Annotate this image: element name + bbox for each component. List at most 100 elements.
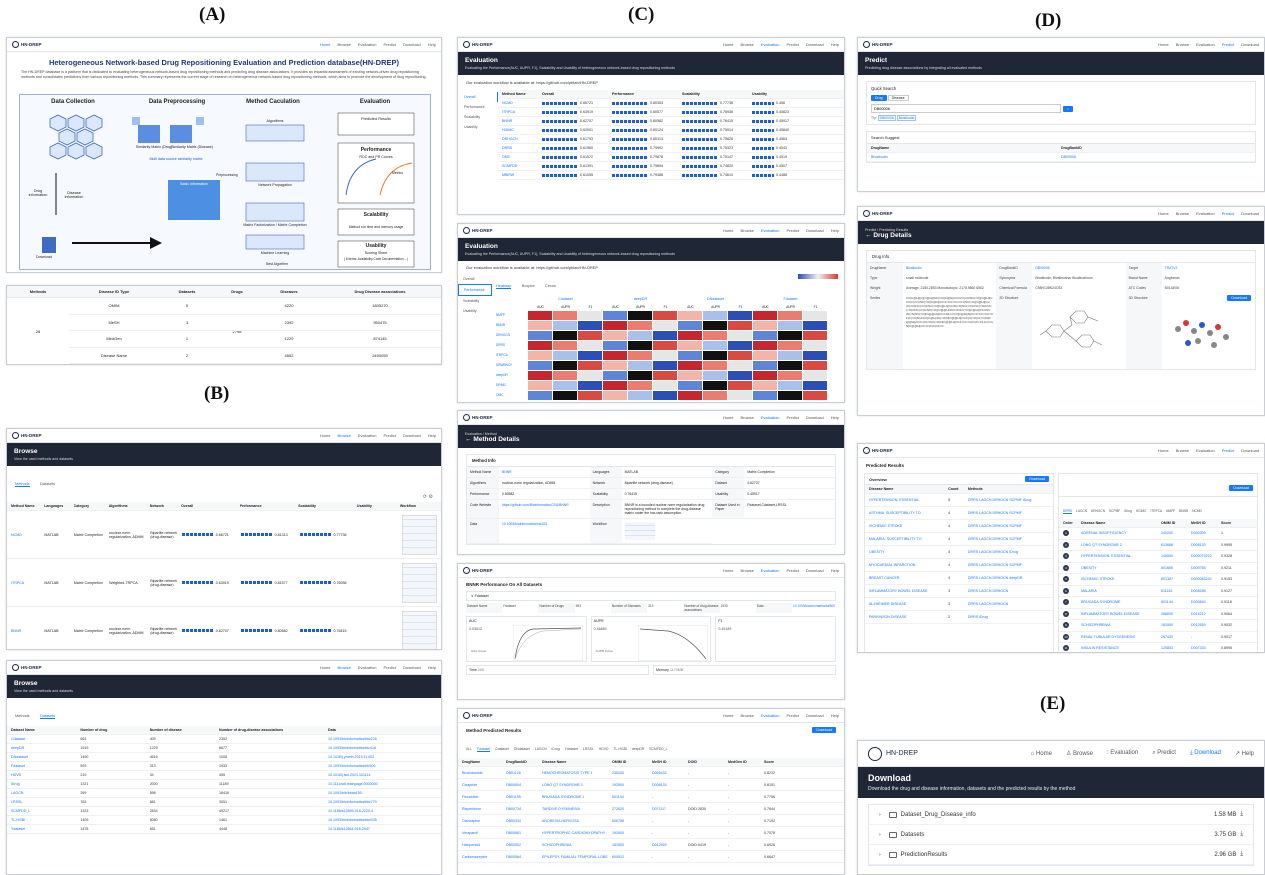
- predicted-link[interactable]: Carbamazepine: [462, 855, 506, 859]
- predicted-link[interactable]: D008133: [652, 783, 688, 787]
- column-header[interactable]: Overall: [181, 504, 240, 508]
- disease-link[interactable]: OBESITY: [1081, 566, 1161, 570]
- dataset-name-link[interactable]: deepDR: [11, 746, 80, 750]
- toggle-disease[interactable]: Disease: [887, 95, 909, 101]
- nav-evaluation[interactable]: Evaluation: [761, 568, 780, 573]
- nav-download[interactable]: Download: [806, 42, 824, 47]
- disease-link[interactable]: HYPERTENSION, ESSENTIAL: [869, 498, 948, 502]
- predicted-link[interactable]: BRUGADA SYNDROME 1: [542, 795, 612, 799]
- column-settings-icon[interactable]: ⚙: [429, 494, 433, 500]
- brand-logo[interactable]: HN-DREP: [463, 567, 493, 574]
- nav-predict[interactable]: Predict: [384, 42, 396, 47]
- predicted-link[interactable]: Flecainide: [462, 795, 506, 799]
- dataset-tab[interactable]: HDVD: [599, 747, 609, 751]
- method-name-link[interactable]: ITRPCA: [502, 110, 542, 114]
- nav-predict[interactable]: Predict: [1222, 42, 1234, 47]
- nav-help[interactable]: Help: [831, 713, 839, 718]
- nav-home[interactable]: Home: [1158, 448, 1169, 453]
- download-button[interactable]: Download: [1025, 476, 1049, 482]
- mesh-link[interactable]: D000083242: [1191, 577, 1221, 581]
- predicted-link[interactable]: 272620: [612, 807, 652, 811]
- disease-link[interactable]: LONG QT SYNDROME 2: [1081, 543, 1161, 547]
- mesh-link[interactable]: D012559: [1191, 623, 1221, 627]
- refresh-icon[interactable]: ⟳: [423, 494, 427, 500]
- file-row[interactable]: › Datasets 3.75 GB ⤓: [869, 825, 1253, 845]
- nav-home[interactable]: Home: [1158, 42, 1169, 47]
- nav-help[interactable]: Help: [428, 42, 436, 47]
- dataset-tab[interactable]: DNdataset: [514, 747, 530, 751]
- nav-browse[interactable]: Browse: [337, 42, 350, 47]
- method-name-link[interactable]: DRHGCN: [502, 137, 542, 141]
- disease-link[interactable]: ISCHEMIC STROKE: [869, 524, 948, 528]
- nav-help[interactable]: Help: [428, 433, 436, 438]
- predicted-link[interactable]: DB00661: [506, 831, 542, 835]
- nav-help[interactable]: Help: [831, 415, 839, 420]
- omim-link[interactable]: 266600: [1161, 612, 1191, 616]
- predicted-link[interactable]: 606788: [612, 819, 652, 823]
- brand-logo[interactable]: HN-DREP: [463, 41, 493, 48]
- nav-predict[interactable]: Predict: [787, 568, 799, 573]
- brand-logo[interactable]: HN-DREP: [863, 447, 893, 454]
- predicted-link[interactable]: Olanzapine: [462, 819, 506, 823]
- disease-link[interactable]: MYOCARDIAL INFARCTION: [869, 563, 948, 567]
- nav-predict[interactable]: Predict: [787, 42, 799, 47]
- predicted-link[interactable]: Risperidone: [462, 807, 506, 811]
- omim-link[interactable]: 240200: [1161, 531, 1191, 535]
- nav-home[interactable]: Home: [723, 713, 734, 718]
- method-tab[interactable]: ITRPCA: [1150, 509, 1162, 513]
- predicted-link[interactable]: Verapamil: [462, 831, 506, 835]
- nav-help[interactable]: Help: [831, 42, 839, 47]
- predicted-link[interactable]: TARDIVE DYSKINESIA: [542, 807, 612, 811]
- nav-help[interactable]: Help: [831, 228, 839, 233]
- method-name-link[interactable]: HGIMC: [502, 128, 542, 132]
- tab-methods[interactable]: Methods: [15, 482, 30, 487]
- omim-link[interactable]: 181500: [1161, 623, 1191, 627]
- predicted-link[interactable]: 192500: [612, 783, 652, 787]
- nav-home[interactable]: Home: [320, 42, 331, 47]
- nav-browse[interactable]: Browse: [740, 713, 753, 718]
- brand-logo[interactable]: HN-DREP: [868, 746, 918, 761]
- suggest-drug-link[interactable]: Bivalirudin: [871, 155, 1061, 159]
- method-tab[interactable]: HGIMC: [1136, 509, 1147, 513]
- workflow-link[interactable]: Our evaluation workflow is available at:…: [458, 261, 844, 274]
- column-header[interactable]: Performance: [612, 92, 682, 96]
- doi-link[interactable]: 10.1093/bioinformatics/btw045: [328, 818, 437, 822]
- nav-browse[interactable]: Browse: [337, 433, 350, 438]
- method-name-link[interactable]: OMC: [502, 155, 542, 159]
- predicted-link[interactable]: Bicalutamide: [462, 771, 506, 775]
- doi-link[interactable]: 10.1111/sdi.mainpage.0000000: [328, 782, 437, 786]
- nav-help[interactable]: Help: [831, 568, 839, 573]
- brand-logo[interactable]: HN-DREP: [12, 664, 42, 671]
- omim-link[interactable]: 613688: [1161, 543, 1191, 547]
- mesh-link[interactable]: D007333: [1191, 646, 1221, 650]
- omim-link[interactable]: 267430: [1161, 635, 1191, 639]
- predicted-link[interactable]: HEMOCHROMATOSIS TYPE 1: [542, 771, 612, 775]
- mesh-link[interactable]: D015212: [1191, 612, 1221, 616]
- download-icon[interactable]: ⤓: [1240, 831, 1243, 838]
- doi-link[interactable]: 10.1093/bioinformatics/btw770: [328, 800, 437, 804]
- nav-home[interactable]: Home: [723, 42, 734, 47]
- method-tab[interactable]: LAGCN: [1076, 509, 1087, 513]
- doi-link[interactable]: 10.1186/s12859-018-2220-4: [328, 809, 437, 813]
- disease-link[interactable]: INSULIN RESISTANCE: [1081, 646, 1161, 650]
- predicted-link[interactable]: 601144: [612, 795, 652, 799]
- predicted-link[interactable]: 600512: [612, 855, 652, 859]
- column-header[interactable]: Network: [150, 504, 181, 508]
- dataset-name-link[interactable]: Cdataset: [11, 737, 80, 741]
- predicted-link[interactable]: DB01195: [506, 795, 542, 799]
- nav-home[interactable]: Home: [723, 228, 734, 233]
- nav-help[interactable]: Help: [428, 665, 436, 670]
- nav-browse[interactable]: Browse: [1176, 448, 1189, 453]
- dataset-collapse[interactable]: ∨ Fdataset: [466, 591, 836, 601]
- nav-home[interactable]: Home: [320, 665, 331, 670]
- method-tab[interactable]: iDrug: [1124, 509, 1132, 513]
- nav-download[interactable]: Download: [806, 713, 824, 718]
- omim-link[interactable]: 145500: [1161, 554, 1191, 558]
- nav-predict[interactable]: Predict: [787, 228, 799, 233]
- nav-help[interactable]: ↗ Help: [1235, 750, 1254, 757]
- side-scalability[interactable]: Scalability: [458, 112, 498, 122]
- nav-evaluation[interactable]: Evaluation: [358, 42, 377, 47]
- nav-evaluation[interactable]: Evaluation: [1196, 211, 1215, 216]
- nav-predict[interactable]: Predict: [1222, 448, 1234, 453]
- download-icon[interactable]: ⤓: [1240, 811, 1243, 818]
